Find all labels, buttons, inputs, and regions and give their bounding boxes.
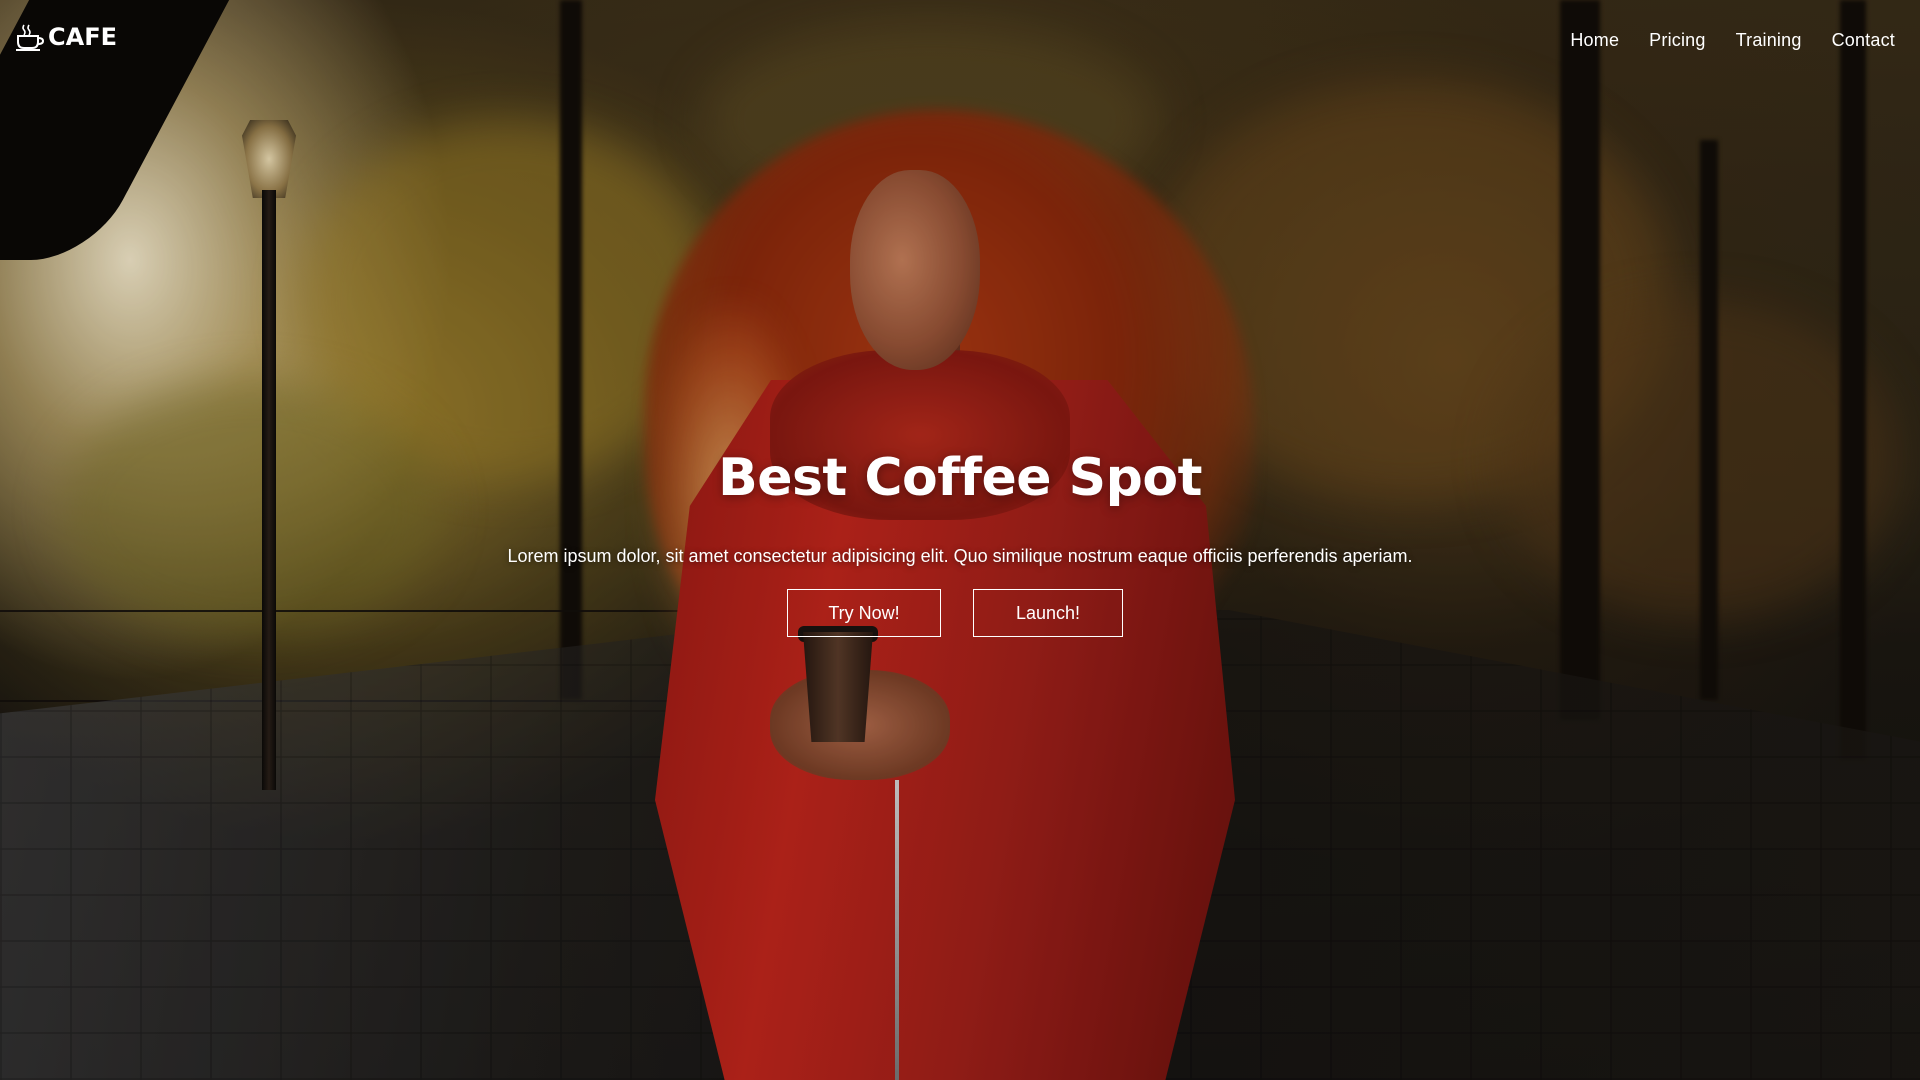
hero-title: Best Coffee Spot xyxy=(718,448,1202,508)
hero-buttons: Try Now! Launch! xyxy=(0,589,1920,637)
try-now-button[interactable]: Try Now! xyxy=(787,589,941,637)
coffee-cup-icon xyxy=(16,24,44,51)
nav-links: Home Pricing Training Contact xyxy=(1555,26,1910,55)
navbar: CAFE Home Pricing Training Contact xyxy=(0,0,1920,80)
nav-pricing[interactable]: Pricing xyxy=(1634,26,1720,55)
launch-button[interactable]: Launch! xyxy=(973,589,1123,637)
hero-subtitle: Lorem ipsum dolor, sit amet consectetur … xyxy=(507,546,1413,566)
nav-contact[interactable]: Contact xyxy=(1817,26,1910,55)
nav-home[interactable]: Home xyxy=(1555,26,1634,55)
brand-logo-link[interactable]: CAFE xyxy=(14,22,117,52)
hero-content: Best Coffee Spot Lorem ipsum dolor, sit … xyxy=(0,448,1920,637)
brand-name: CAFE xyxy=(48,23,117,51)
nav-training[interactable]: Training xyxy=(1721,26,1817,55)
